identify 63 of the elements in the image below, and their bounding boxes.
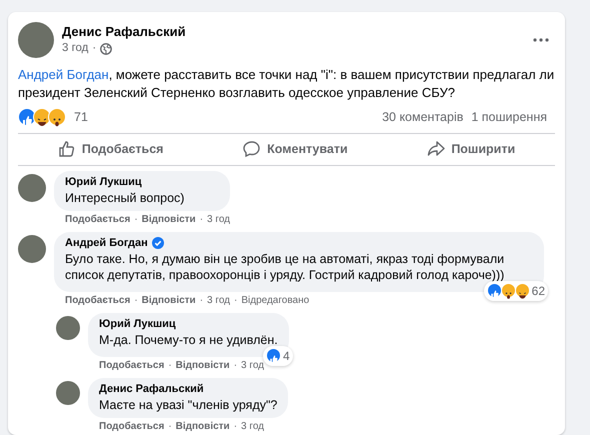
reaction-summary[interactable]: 4 <box>263 346 293 366</box>
reply-link[interactable]: Відповісти <box>142 292 196 308</box>
comment-text: Интересный вопрос) <box>65 190 186 206</box>
more-options-icon[interactable] <box>533 38 549 42</box>
laughing-face-icon <box>33 108 51 126</box>
speech-bubble-icon <box>243 140 262 158</box>
avatar[interactable] <box>18 22 54 58</box>
comment-time: 3 год <box>241 420 264 434</box>
laughing-face-icon <box>514 283 530 298</box>
surprised-face-icon <box>48 108 66 126</box>
separator: · <box>92 40 96 56</box>
share-action-button[interactable]: Поширити <box>417 136 526 163</box>
like-reaction-icon <box>18 108 36 126</box>
reply-link[interactable]: Відповісти <box>176 418 230 434</box>
reaction-count: 4 <box>283 348 290 365</box>
comment-text: Маєте на увазі "членів уряду"? <box>99 396 278 413</box>
share-arrow-icon <box>427 140 446 158</box>
like-reaction-icon <box>486 283 502 298</box>
reaction-count[interactable]: 71 <box>74 110 88 124</box>
like-link[interactable]: Подобається <box>99 418 164 434</box>
post-time[interactable]: 3 год <box>62 40 88 58</box>
comment-time: 3 год <box>241 358 264 373</box>
comments-count[interactable]: 30 коментарів <box>382 108 464 127</box>
reaction-summary[interactable]: 62 <box>484 280 548 301</box>
globe-icon <box>100 42 112 54</box>
separator: · <box>168 420 172 434</box>
comment-text: М-да. Почему-то я не удивлён. <box>99 332 278 348</box>
separator: · <box>200 212 204 227</box>
thumbs-up-icon <box>58 140 76 158</box>
separator: · <box>200 294 204 308</box>
avatar[interactable] <box>18 174 46 202</box>
avatar[interactable] <box>56 316 80 340</box>
post-text: Андрей Богдан, можете расставить все точки над "і": в вашем присутствии предлагал ли президент Зеленский Стерненко возглавить одесское управление СБУ? <box>18 66 555 102</box>
separator: · <box>134 212 138 227</box>
surprised-face-icon <box>500 283 516 298</box>
comment-text: Було таке. Но, я думаю він це зробив це на автоматі, якраз тоді формували список депутатів, правоохоронців і уряду. Гострий кадровий голод кароче))) <box>65 250 506 283</box>
author-name[interactable]: Денис Рафальский <box>62 22 525 40</box>
comment-time: 3 год <box>207 294 230 308</box>
like-link[interactable]: Подобається <box>65 292 130 308</box>
reply-link[interactable]: Відповісти <box>142 212 196 227</box>
mention-link[interactable]: Андрей Богдан <box>18 67 109 82</box>
commenter-name[interactable]: Юрий Лукшиц <box>99 316 176 332</box>
avatar[interactable] <box>18 234 46 263</box>
avatar[interactable] <box>56 380 80 405</box>
comment-time: 3 год <box>207 212 230 227</box>
comment-action-button[interactable]: Коментувати <box>233 136 358 163</box>
edited-label: Відредаговано <box>241 294 310 308</box>
like-link[interactable]: Подобається <box>99 358 164 373</box>
separator: · <box>234 294 238 308</box>
reaction-count: 62 <box>532 282 545 300</box>
like-link[interactable]: Подобається <box>65 212 130 227</box>
separator: · <box>234 420 238 434</box>
separator: · <box>234 358 238 373</box>
reply-link[interactable]: Відповісти <box>176 358 230 373</box>
like-action-button[interactable]: Подобається <box>48 136 174 163</box>
separator: · <box>134 294 138 308</box>
separator: · <box>168 358 172 373</box>
commenter-name[interactable]: Андрей Богдан <box>65 236 148 251</box>
commenter-name[interactable]: Денис Рафальский <box>99 382 204 397</box>
verified-badge-icon <box>152 237 164 250</box>
like-reaction-icon <box>266 348 282 364</box>
commenter-name[interactable]: Юрий Лукшиц <box>65 174 142 190</box>
shares-count[interactable]: 1 поширення <box>471 108 547 127</box>
